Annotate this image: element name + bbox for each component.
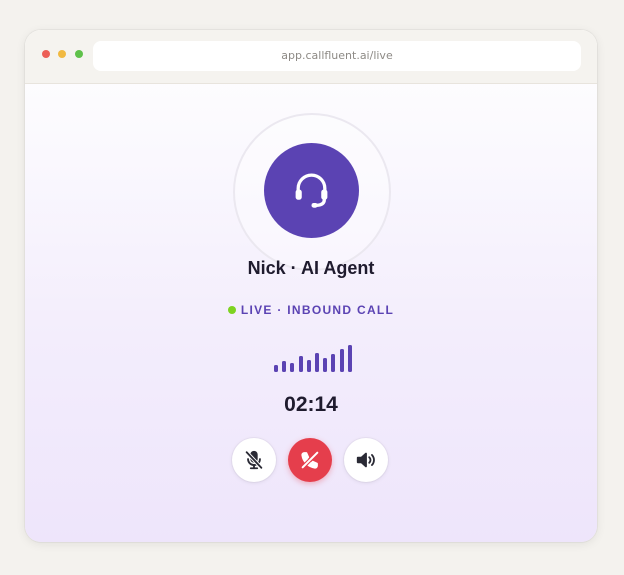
end-call-button[interactable] <box>288 438 332 482</box>
waveform-bar <box>315 353 319 372</box>
waveform-bar <box>323 358 328 372</box>
live-indicator-dot <box>227 306 236 314</box>
waveform-bar <box>282 361 287 372</box>
waveform-bar <box>331 354 336 372</box>
call-status: LIVE · INBOUND CALL <box>25 303 597 317</box>
mic-off-icon <box>244 450 264 470</box>
call-timer: 02:14 <box>284 393 338 416</box>
waveform-bar <box>274 365 278 372</box>
phone-hangup-icon <box>300 450 320 470</box>
mute-button[interactable] <box>232 438 276 482</box>
call-status-label: LIVE · INBOUND CALL <box>240 303 395 317</box>
waveform-bar <box>298 356 303 372</box>
agent-name: Nick · AI Agent <box>247 258 375 278</box>
address-bar[interactable]: app.callfluent.ai/live <box>93 41 581 71</box>
waveform-bar <box>339 349 344 372</box>
waveform-bar <box>290 363 295 372</box>
waveform-bar <box>306 360 311 372</box>
headset-icon <box>295 173 328 208</box>
audio-waveform <box>274 344 352 372</box>
speaker-icon <box>356 452 375 468</box>
maximize-window-button[interactable] <box>75 50 83 58</box>
avatar <box>264 143 359 238</box>
waveform-bar <box>347 345 352 372</box>
app-window: app.callfluent.ai/live Nick · AI Agent L… <box>25 30 597 542</box>
speaker-button[interactable] <box>344 438 388 482</box>
browser-chrome: app.callfluent.ai/live <box>25 30 597 84</box>
minimize-window-button[interactable] <box>58 50 66 58</box>
close-window-button[interactable] <box>42 50 50 58</box>
